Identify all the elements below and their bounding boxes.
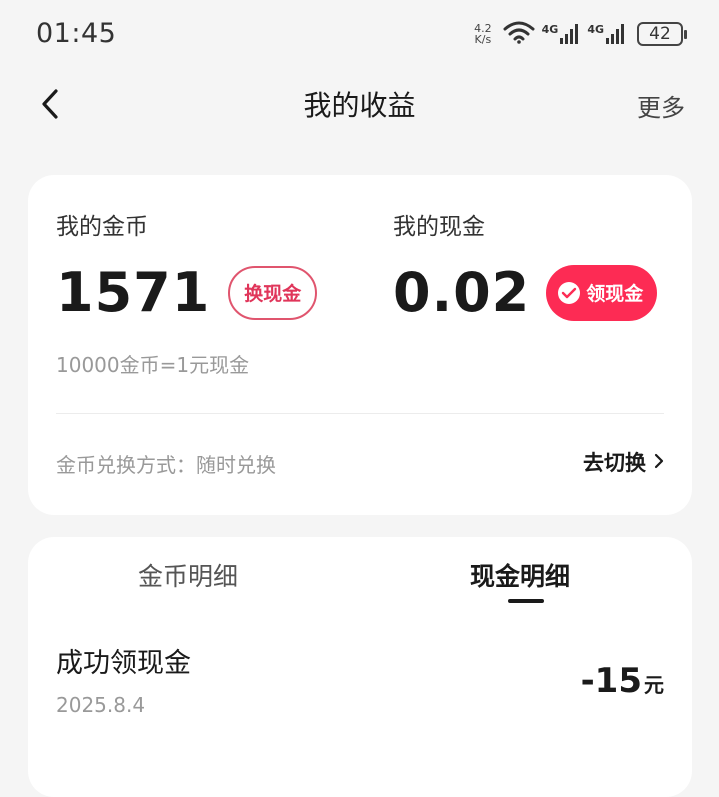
page-title: 我的收益 bbox=[303, 89, 416, 122]
tab-coin-details[interactable]: 金币明细 bbox=[138, 557, 238, 593]
status-icons: 4.2 K/s 4G 4G 42 bbox=[474, 20, 687, 48]
record-amount: -15 元 bbox=[581, 661, 664, 701]
record-amount-unit: 元 bbox=[644, 673, 664, 697]
divider bbox=[56, 413, 664, 414]
cellular-signal-1-icon: 4G bbox=[542, 23, 582, 45]
signal-type-label: 4G bbox=[587, 23, 604, 36]
cellular-signal-2-icon: 4G bbox=[587, 23, 627, 45]
coins-section: 我的金币 1571 换现金 bbox=[56, 207, 318, 324]
claim-cash-button[interactable]: 领现金 bbox=[546, 264, 658, 321]
claim-cash-label: 领现金 bbox=[586, 283, 644, 305]
network-speed: 4.2 K/s bbox=[474, 23, 492, 45]
exchange-cash-button[interactable]: 换现金 bbox=[228, 265, 318, 320]
status-bar: 01:45 4.2 K/s 4G 4G 42 bbox=[0, 0, 719, 70]
network-speed-unit: K/s bbox=[474, 33, 492, 46]
wechat-icon bbox=[558, 281, 581, 304]
switch-mode-label: 去切换 bbox=[583, 451, 646, 475]
status-time: 01:45 bbox=[36, 18, 117, 49]
signal-type-label: 4G bbox=[541, 23, 559, 36]
earnings-summary-card: 我的金币 1571 换现金 我的现金 0.02 领现金 10000金币=1元现金… bbox=[28, 175, 692, 515]
record-date: 2025.8.4 bbox=[56, 693, 146, 717]
tab-cash-details[interactable]: 现金明细 bbox=[470, 557, 570, 593]
switch-mode-link[interactable]: 去切换 bbox=[583, 447, 664, 477]
active-tab-indicator bbox=[508, 599, 544, 603]
details-card: 金币明细 现金明细 成功领现金 2025.8.4 -15 元 bbox=[28, 537, 692, 797]
more-button[interactable]: 更多 bbox=[637, 88, 685, 123]
record-amount-value: -15 bbox=[580, 661, 642, 701]
battery-icon: 42 bbox=[637, 22, 687, 46]
cash-section: 我的现金 0.02 领现金 bbox=[393, 207, 658, 324]
coins-value: 1571 bbox=[56, 261, 211, 324]
wifi-icon bbox=[502, 20, 536, 48]
cash-value: 0.02 bbox=[393, 261, 531, 324]
exchange-rate-text: 10000金币=1元现金 bbox=[56, 353, 250, 377]
cash-label: 我的现金 bbox=[393, 214, 485, 240]
battery-level: 42 bbox=[649, 24, 671, 44]
chevron-right-icon bbox=[654, 450, 664, 474]
exchange-mode-text: 金币兑换方式：随时兑换 bbox=[56, 453, 276, 477]
nav-bar: 我的收益 更多 bbox=[0, 70, 719, 140]
coins-label: 我的金币 bbox=[56, 214, 148, 240]
record-title: 成功领现金 bbox=[56, 648, 191, 679]
